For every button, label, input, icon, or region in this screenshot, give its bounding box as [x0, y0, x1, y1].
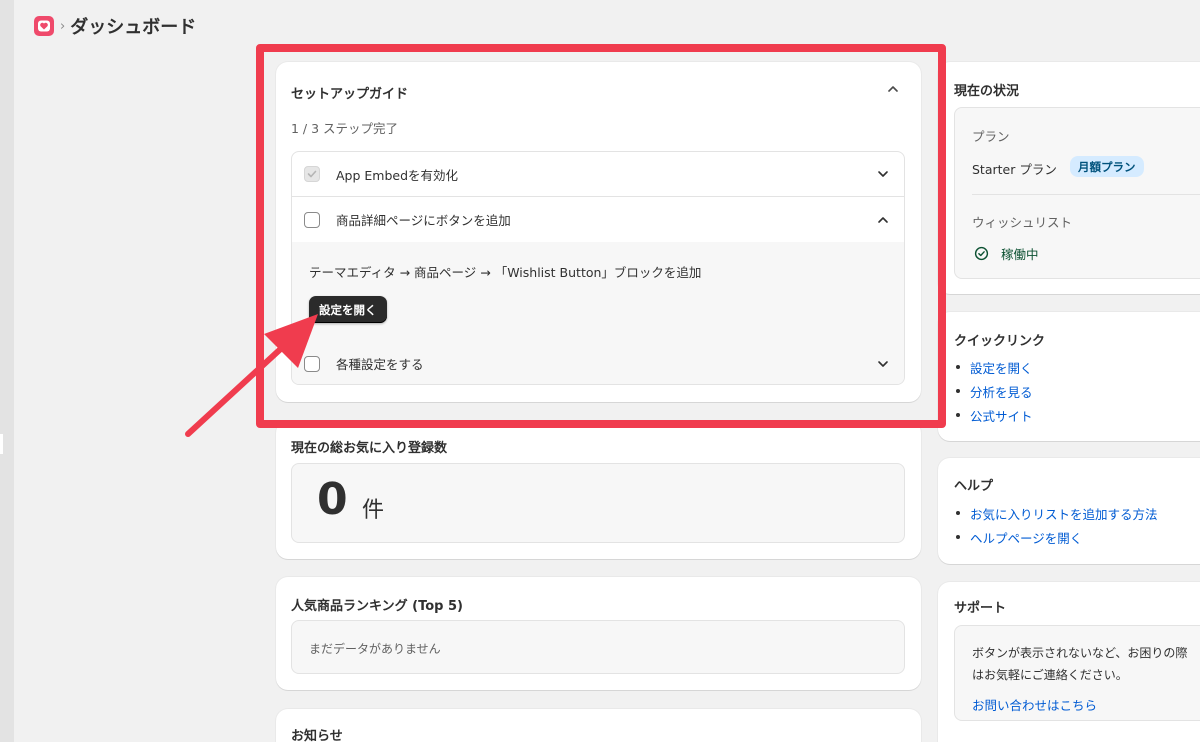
chevron-down-icon[interactable]	[877, 170, 889, 178]
breadcrumb: › ダッシュボード	[34, 12, 196, 40]
setup-step-add-button[interactable]: 商品詳細ページにボタンを追加	[292, 197, 904, 242]
setup-step-app-embed[interactable]: App Embedを有効化	[292, 152, 904, 197]
wishlist-label: ウィッシュリスト	[972, 215, 1073, 230]
setup-step-settings[interactable]: 各種設定をする	[292, 341, 904, 384]
rail-notch	[0, 434, 3, 454]
help-link-help-page[interactable]: ヘルプページを開く	[956, 525, 1158, 549]
checkbox-checked[interactable]	[304, 166, 320, 182]
support-text-line-1: ボタンが表示されないなど、お困りの際	[972, 646, 1188, 660]
checkbox[interactable]	[304, 211, 320, 228]
help-title: ヘルプ	[954, 479, 994, 494]
quick-link-open-settings[interactable]: 設定を開く	[956, 355, 1033, 379]
favorites-count-value: 0	[317, 474, 348, 525]
quick-link-analytics[interactable]: 分析を見る	[956, 379, 1033, 403]
wishlist-status: 稼働中	[974, 244, 1039, 263]
chevron-down-icon[interactable]	[877, 360, 889, 368]
step-label: 商品詳細ページにボタンを追加	[336, 213, 511, 228]
support-text-line-2: はお気軽にご連絡ください。	[972, 668, 1128, 682]
divider	[972, 194, 1200, 195]
contact-link[interactable]: お問い合わせはこちら	[972, 695, 1097, 714]
help-card: ヘルプ お気に入りリストを追加する方法 ヘルプページを開く	[938, 458, 1200, 564]
step-label: App Embedを有効化	[336, 167, 459, 183]
wishlist-status-text: 稼働中	[1001, 247, 1039, 262]
plan-name: Starter プラン	[972, 162, 1057, 177]
favorites-count-box: 0 件	[291, 463, 905, 543]
page-title: ダッシュボード	[70, 17, 197, 38]
support-card: サポート ボタンが表示されないなど、お困りの際 はお気軽にご連絡ください。 お問…	[938, 582, 1200, 742]
chevron-up-icon[interactable]	[887, 85, 899, 93]
checkbox[interactable]	[304, 355, 320, 372]
help-link-add-favorites[interactable]: お気に入りリストを追加する方法	[956, 501, 1158, 525]
quick-link-official-site[interactable]: 公式サイト	[956, 403, 1033, 427]
step-description: テーマエディタ → 商品ページ → 「Wishlist Button」ブロックを…	[309, 265, 702, 280]
ranking-title: 人気商品ランキング (Top 5)	[291, 599, 463, 614]
plan-label: プラン	[972, 129, 1010, 144]
news-card: お知らせ	[276, 709, 921, 742]
check-icon	[307, 170, 317, 178]
ranking-card: 人気商品ランキング (Top 5) まだデータがありません	[276, 577, 921, 690]
favorites-count-unit: 件	[362, 498, 385, 523]
setup-guide-card: セットアップガイド 1 / 3 ステップ完了 App Embedを有効化 商品詳…	[276, 62, 921, 402]
ranking-empty-text: まだデータがありません	[309, 642, 441, 656]
support-title: サポート	[954, 601, 1007, 616]
left-rail	[0, 0, 14, 742]
setup-guide-title: セットアップガイド	[291, 87, 409, 102]
support-text: ボタンが表示されないなど、お困りの際 はお気軽にご連絡ください。	[972, 642, 1200, 686]
step-label: 各種設定をする	[336, 357, 424, 372]
favorites-title: 現在の総お気に入り登録数	[291, 441, 448, 456]
open-settings-button[interactable]: 設定を開く	[309, 296, 387, 323]
check-circle-icon	[974, 246, 989, 261]
quick-links-list: 設定を開く 分析を見る 公式サイト	[956, 355, 1033, 427]
status-title: 現在の状況	[954, 84, 1020, 99]
help-links-list: お気に入りリストを追加する方法 ヘルプページを開く	[956, 501, 1158, 549]
support-panel: ボタンが表示されないなど、お困りの際 はお気軽にご連絡ください。 お問い合わせは…	[954, 625, 1200, 721]
quick-links-card: クイックリンク 設定を開く 分析を見る 公式サイト	[938, 312, 1200, 441]
setup-progress: 1 / 3 ステップ完了	[291, 121, 399, 136]
quick-links-title: クイックリンク	[954, 334, 1046, 349]
status-card: 現在の状況 プラン Starter プラン 月額プラン ウィッシュリスト 稼働中	[938, 62, 1200, 294]
news-title: お知らせ	[291, 729, 343, 742]
chevron-up-icon[interactable]	[877, 216, 889, 224]
step-detail-panel: テーマエディタ → 商品ページ → 「Wishlist Button」ブロックを…	[292, 242, 904, 341]
ranking-empty-box: まだデータがありません	[291, 620, 905, 674]
app-logo-icon[interactable]	[34, 16, 54, 36]
setup-steps-list: App Embedを有効化 商品詳細ページにボタンを追加 テーマエディタ → 商…	[291, 151, 905, 385]
favorites-count-card: 現在の総お気に入り登録数 0 件	[276, 421, 921, 559]
plan-badge: 月額プラン	[1070, 156, 1144, 177]
breadcrumb-separator: ›	[60, 18, 66, 34]
status-panel: プラン Starter プラン 月額プラン ウィッシュリスト 稼働中	[954, 107, 1200, 279]
